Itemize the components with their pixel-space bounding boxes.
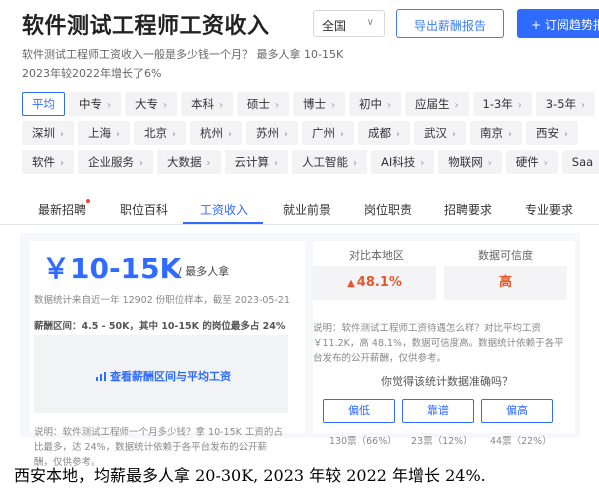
tab-salary[interactable]: 工资收入 [200,201,248,218]
tag-item[interactable]: 硬件 › [505,150,558,174]
salary-suffix: / 最多人拿 [178,265,230,278]
tag-item[interactable]: AI科技 › [371,150,435,174]
filter-row-city: 深圳 › 上海 › 北京 › 杭州 › 苏州 › 广州 › 成都 › 武汉 › 南京 › 西安 › [22,121,599,145]
tag-item[interactable]: 上海 › [78,121,130,145]
tag-item[interactable]: 博士 › [293,92,345,116]
growth-line: 2023年较2022年增长了6% [22,67,162,80]
filter-row-education: 平均 中专 › 大专 › 本科 › 硕士 › 博士 › 初中 › 应届生 › 1-3年 › 3-5年 › [22,92,599,116]
salary-card: ￥10-15K / 最多人拿 数据统计来自近一年 12902 份职位样本，截至 … [30,241,305,468]
accuracy-question: 你觉得该统计数据准确吗？ [381,375,513,388]
vote-reliable-button[interactable]: 靠谱 [402,399,474,423]
tag-item[interactable]: 广州 › [302,121,354,145]
export-report-button[interactable]: 导出薪酬报告 [396,9,504,38]
tag-item[interactable]: 人工智能 › [292,150,367,174]
tag-item[interactable]: 深圳 › [22,121,74,145]
tag-item[interactable]: 1-3年 › [472,92,532,116]
compare-local-label: 对比本地区 [349,249,404,262]
salary-value: ￥10-15K [42,252,182,285]
tag-item[interactable]: 本科 › [181,92,233,116]
tag-item[interactable]: 西安 › [526,121,578,145]
vote-low-button[interactable]: 偏低 [323,399,395,423]
reliability-value: 高 [444,266,567,300]
tag-item[interactable]: 初中 › [349,92,401,116]
tab-latest-jobs[interactable]: 最新招聘 [38,201,86,218]
tag-item[interactable]: 大专 › [125,92,177,116]
compare-card: 对比本地区 数据可信度 ▲ 48.1% 高 说明：软件测试工程师工资待遇怎么样？对… [313,241,575,447]
city-select[interactable]: 全国 ∨ [313,10,385,37]
tag-item[interactable]: 北京 › [134,121,186,145]
vote-high-button[interactable]: 偏高 [481,399,553,423]
tag-item[interactable]: 应届生 › [405,92,469,116]
tab-major-requirements[interactable]: 专业要求 [525,201,573,218]
range-note: 薪酬区间：4.5 - 50K，其中 10-15K 的岗位最多占 24% [34,321,286,332]
summary-line: 软件测试工程师工资收入一般是多少钱一个月？ 最多人拿 10-15K [22,48,344,61]
tag-item[interactable]: 企业服务 › [78,150,153,174]
tag-item[interactable]: 3-5年 › [535,92,596,116]
vote-low-count: 130票（66%） [329,436,397,447]
vote-high-count: 44票（22%） [490,436,552,447]
salary-detail-box: 查看薪酬区间与平均工资 [34,335,288,413]
page-title: 软件测试工程师工资收入 [22,14,270,39]
tag-item[interactable]: 成都 › [358,121,410,145]
chevron-down-icon: ∨ [366,17,374,28]
compare-local-value: ▲ 48.1% [313,266,436,300]
caption-text: 西安本地，均薪最多人拿 20-30K, 2023 年较 2022 年增长 24%… [14,466,486,485]
salary-panel: ￥10-15K / 最多人拿 数据统计来自近一年 12902 份职位样本，截至 … [20,233,580,468]
tag-item[interactable]: 杭州 › [190,121,242,145]
compare-description: 说明：软件测试工程师工资待遇怎么样？对比平均工资￥11.2K，高 48.1%，数… [313,323,564,364]
city-select-value: 全国 [322,19,347,33]
tag-item[interactable]: 物联网 › [438,150,502,174]
active-tab-underline [183,222,263,224]
tag-item[interactable]: 硕士 › [237,92,289,116]
tag-item[interactable]: 中专 › [69,92,121,116]
tag-item[interactable]: 苏州 › [246,121,298,145]
new-dot-indicator [86,199,90,203]
tag-average[interactable]: 平均 [22,92,65,116]
tab-requirements[interactable]: 招聘要求 [444,201,492,218]
tab-job-wiki[interactable]: 职位百科 [120,201,168,218]
tag-item[interactable]: 软件 › [22,150,74,174]
tag-item[interactable]: Saa [561,150,599,174]
tag-item[interactable]: 武汉 › [414,121,466,145]
vote-reliable-count: 23票（12%） [411,436,473,447]
subscribe-trend-button[interactable]: + 订阅趋势报告 [517,9,599,38]
reliability-label: 数据可信度 [478,249,533,262]
tab-responsibilities[interactable]: 岗位职责 [364,201,412,218]
bar-chart-icon [96,372,106,381]
tab-prospects[interactable]: 就业前景 [283,201,331,218]
tag-item[interactable]: 南京 › [470,121,522,145]
filter-row-industry: 软件 › 企业服务 › 大数据 › 云计算 › 人工智能 › AI科技 › 物联网 › 硬件 › Saa [22,150,599,174]
view-salary-link[interactable]: 查看薪酬区间与平均工资 [96,368,231,384]
sample-note: 数据统计来自近一年 12902 份职位样本，截至 2023-05-21 [34,295,290,306]
arrow-up-icon: ▲ [347,278,355,289]
page-header: 软件测试工程师工资收入 全国 ∨ 导出薪酬报告 + 订阅趋势报告 [22,6,599,40]
tag-item[interactable]: 云计算 › [224,150,288,174]
tag-item[interactable]: 大数据 › [157,150,221,174]
